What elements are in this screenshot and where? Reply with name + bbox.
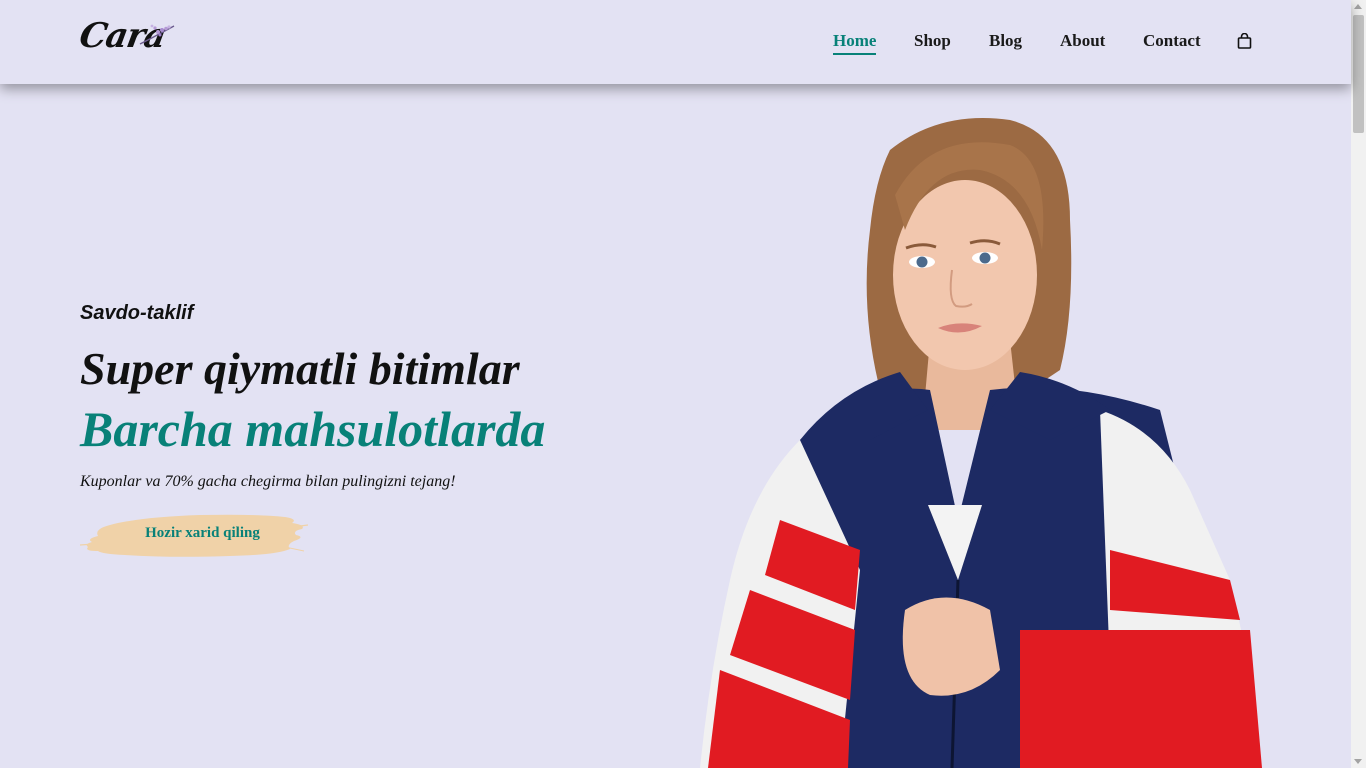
brand-logo[interactable]: Cara xyxy=(76,16,180,62)
scroll-up-arrow-icon[interactable] xyxy=(1354,4,1362,9)
lavender-sprig-icon xyxy=(139,24,175,45)
shopping-bag-icon[interactable] xyxy=(1237,33,1252,49)
hero-subtitle: Savdo-taklif xyxy=(80,302,194,324)
nav-home[interactable]: Home xyxy=(833,31,877,55)
nav-blog-label: Blog xyxy=(989,31,1023,50)
nav-home-label: Home xyxy=(833,31,877,50)
scroll-thumb[interactable] xyxy=(1353,15,1364,133)
shop-now-label: Hozir xarid qiling xyxy=(145,525,260,541)
nav-contact[interactable]: Contact xyxy=(1143,31,1201,51)
page-scrollbar[interactable] xyxy=(1351,0,1366,768)
nav-contact-label: Contact xyxy=(1143,31,1201,50)
scroll-down-arrow-icon[interactable] xyxy=(1354,759,1362,764)
active-underline xyxy=(833,53,877,55)
nav-about-label: About xyxy=(1060,31,1106,50)
hero-title: Super qiymatli bitimlar xyxy=(80,343,520,394)
hero-description: Kuponlar va 70% gacha chegirma bilan pul… xyxy=(80,473,456,490)
shop-now-button[interactable]: Hozir xarid qiling xyxy=(80,511,308,559)
nav-about[interactable]: About xyxy=(1060,31,1105,51)
hero-highlight: Barcha mahsulotlarda xyxy=(80,401,546,457)
hero-model-image xyxy=(700,118,1262,768)
site-header: Cara Home Shop Blog About Contact xyxy=(0,0,1351,84)
nav-shop-label: Shop xyxy=(914,31,951,50)
nav-shop[interactable]: Shop xyxy=(914,31,951,51)
nav-blog[interactable]: Blog xyxy=(989,31,1022,51)
